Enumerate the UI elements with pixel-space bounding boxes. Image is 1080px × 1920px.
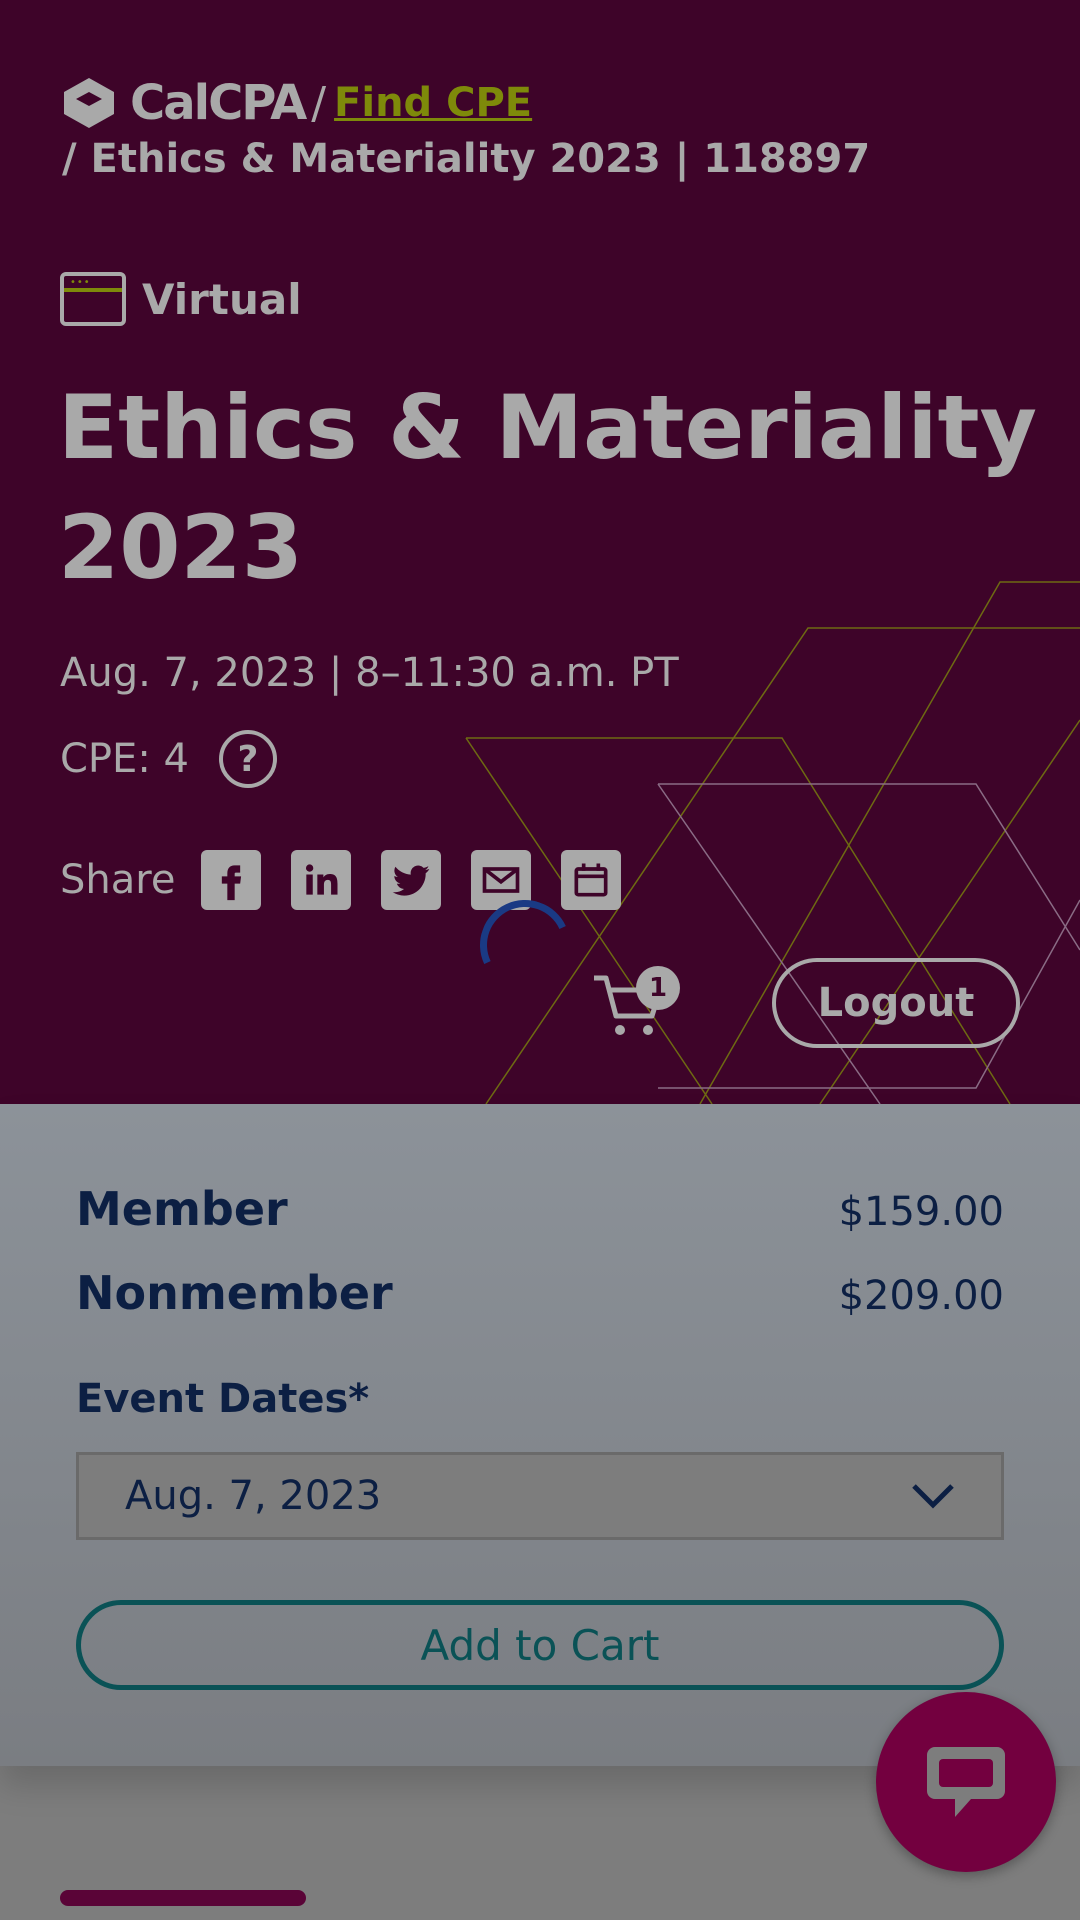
breadcrumb-find-cpe-link[interactable]: Find CPE bbox=[334, 80, 532, 126]
cpe-label: CPE: 4 bbox=[60, 736, 189, 782]
help-icon[interactable]: ? bbox=[218, 730, 277, 788]
member-price: $159.00 bbox=[838, 1189, 1004, 1235]
breadcrumb-current: / Ethics & Materiality 2023 | 118897 bbox=[62, 136, 871, 182]
format-label: Virtual bbox=[142, 274, 302, 324]
member-price-row: Member $159.00 bbox=[76, 1182, 1004, 1236]
cart-count-badge: 1 bbox=[636, 966, 680, 1010]
cpe-credits: CPE: 4 ? bbox=[60, 730, 277, 788]
nonmember-label: Nonmember bbox=[76, 1266, 393, 1320]
add-to-cart-button[interactable]: Add to Cart bbox=[76, 1600, 1004, 1690]
linkedin-icon[interactable] bbox=[291, 850, 352, 910]
twitter-icon[interactable] bbox=[381, 850, 442, 910]
nonmember-price-row: Nonmember $209.00 bbox=[76, 1266, 1004, 1320]
browser-window-icon: ••• bbox=[60, 272, 126, 326]
scroll-indicator-bar bbox=[60, 1890, 306, 1906]
nonmember-price: $209.00 bbox=[838, 1273, 1004, 1319]
calcpa-logo-text: CalCPA bbox=[130, 75, 307, 131]
chat-button[interactable] bbox=[876, 1692, 1056, 1872]
event-dates-selected: Aug. 7, 2023 bbox=[125, 1473, 382, 1519]
chat-bubble-icon bbox=[927, 1747, 1005, 1817]
event-dates-select[interactable]: Aug. 7, 2023 bbox=[76, 1452, 1004, 1540]
share-bar: Share bbox=[60, 850, 651, 910]
event-datetime: Aug. 7, 2023 | 8–11:30 a.m. PT bbox=[60, 650, 679, 696]
calendar-icon[interactable] bbox=[561, 850, 622, 910]
page-title: Ethics & Materiality 2023 bbox=[58, 376, 1037, 599]
breadcrumb: CalCPA / Find CPE bbox=[60, 74, 532, 132]
calcpa-logo-icon bbox=[64, 78, 114, 128]
facebook-icon[interactable] bbox=[201, 850, 262, 910]
event-header: CalCPA / Find CPE / Ethics & Materiality… bbox=[0, 0, 1080, 1104]
member-label: Member bbox=[76, 1182, 288, 1236]
logout-button[interactable]: Logout bbox=[772, 958, 1020, 1048]
chevron-down-icon bbox=[912, 1484, 954, 1509]
event-format: ••• Virtual bbox=[60, 272, 302, 326]
event-dates-label: Event Dates* bbox=[76, 1376, 370, 1422]
share-label: Share bbox=[60, 857, 176, 903]
breadcrumb-separator: / bbox=[311, 77, 327, 129]
